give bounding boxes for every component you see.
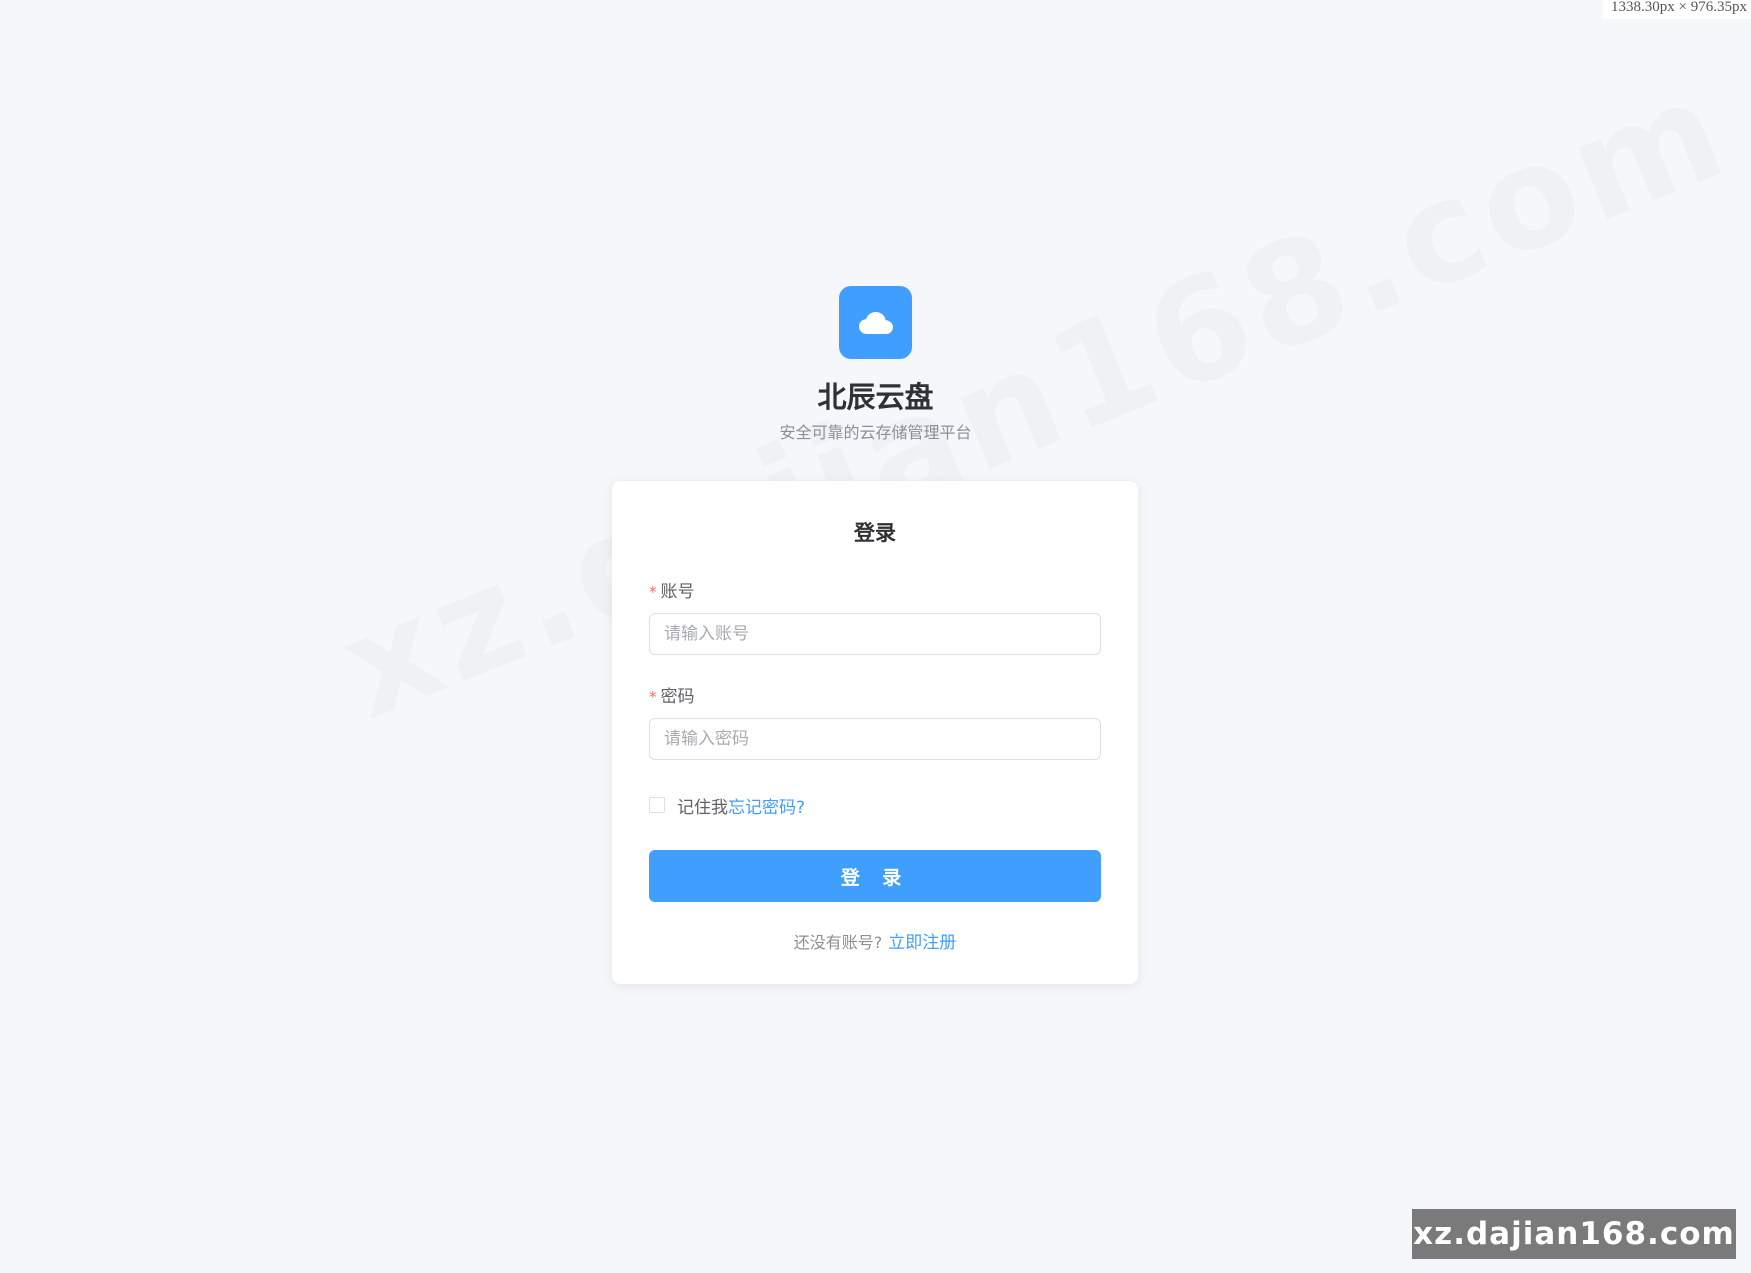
dimension-readout: 1338.30px × 976.35px: [1603, 0, 1751, 19]
remember-label[interactable]: 记住我: [677, 793, 728, 818]
password-label-text: 密码: [660, 687, 695, 707]
register-row: 还没有账号? 立即注册: [612, 928, 1138, 953]
no-account-text: 还没有账号?: [793, 933, 883, 952]
password-input[interactable]: [649, 718, 1101, 760]
app-title: 北辰云盘: [817, 380, 934, 414]
login-card-title: 登录: [854, 521, 896, 545]
login-button[interactable]: 登 录: [649, 850, 1101, 902]
required-mark: *: [649, 583, 657, 601]
account-input[interactable]: [649, 613, 1101, 655]
login-card: 登录 *账号 *密码 记住我忘记密码? 登 录 还没有账号?立即注册: [612, 481, 1138, 984]
required-mark: *: [649, 688, 657, 706]
brand-header: 北辰云盘 安全可靠的云存储管理平台: [0, 286, 1751, 443]
app-logo: [839, 286, 912, 359]
password-label: * 密码: [649, 682, 695, 707]
register-link[interactable]: 立即注册: [888, 933, 956, 953]
account-label: * 账号: [649, 577, 695, 602]
watermark-badge: xz.dajian168.com: [1412, 1209, 1736, 1259]
account-label-text: 账号: [660, 582, 695, 602]
remember-row: 记住我 忘记密码?: [649, 793, 805, 818]
app-subtitle: 安全可靠的云存储管理平台: [779, 423, 972, 442]
cloud-icon: [858, 311, 893, 334]
remember-checkbox[interactable]: [649, 797, 665, 813]
forgot-password-link[interactable]: 忘记密码?: [728, 793, 805, 818]
